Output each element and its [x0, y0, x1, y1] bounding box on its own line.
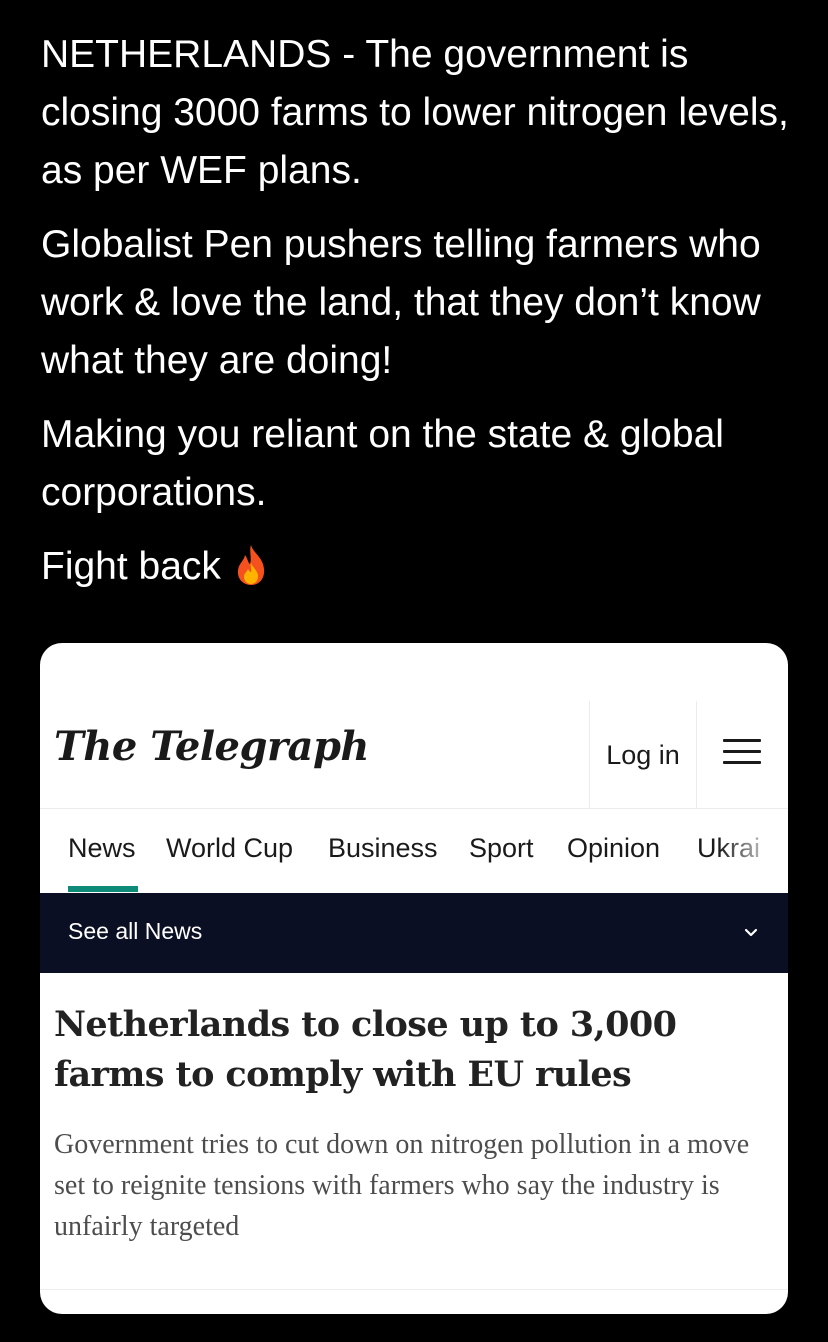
fire-icon	[237, 545, 265, 585]
nav-item-news[interactable]: News	[68, 833, 136, 864]
subnav-bar[interactable]: See all News	[40, 893, 788, 973]
telegraph-logo[interactable]: The Telegraph	[54, 723, 370, 770]
site-header: The Telegraph Log in	[40, 701, 788, 809]
login-button[interactable]: Log in	[589, 701, 697, 809]
chevron-down-icon[interactable]	[743, 925, 759, 941]
tweet-last-line: Fight back	[41, 545, 221, 588]
nav-item-business[interactable]: Business	[328, 833, 438, 864]
nav-item-opinion[interactable]: Opinion	[567, 833, 660, 864]
nav-item-world-cup[interactable]: World Cup	[166, 833, 293, 864]
article-standfirst: Government tries to cut down on nitrogen…	[54, 1129, 750, 1242]
link-preview-card[interactable]: The Telegraph Log in News World Cup Busi…	[40, 643, 788, 1314]
active-tab-indicator	[68, 886, 138, 892]
section-nav: News World Cup Business Sport Opinion Uk…	[40, 809, 788, 893]
hamburger-menu-icon[interactable]	[723, 739, 761, 769]
tweet-paragraph-2: Globalist Pen pushers telling farmers wh…	[41, 223, 761, 382]
article-headline[interactable]: Netherlands to close up to 3,000 farms t…	[54, 1000, 774, 1100]
nav-item-sport[interactable]: Sport	[469, 833, 534, 864]
nav-fade	[718, 809, 788, 893]
tweet-text: NETHERLANDS - The government is closing …	[41, 26, 801, 596]
tweet-paragraph-3: Making you reliant on the state & global…	[41, 413, 724, 514]
see-all-news-link[interactable]: See all News	[68, 918, 202, 945]
divider	[40, 1289, 788, 1290]
tweet-paragraph-4: Fight back	[41, 538, 801, 596]
tweet-paragraph-1: NETHERLANDS - The government is closing …	[41, 33, 789, 192]
